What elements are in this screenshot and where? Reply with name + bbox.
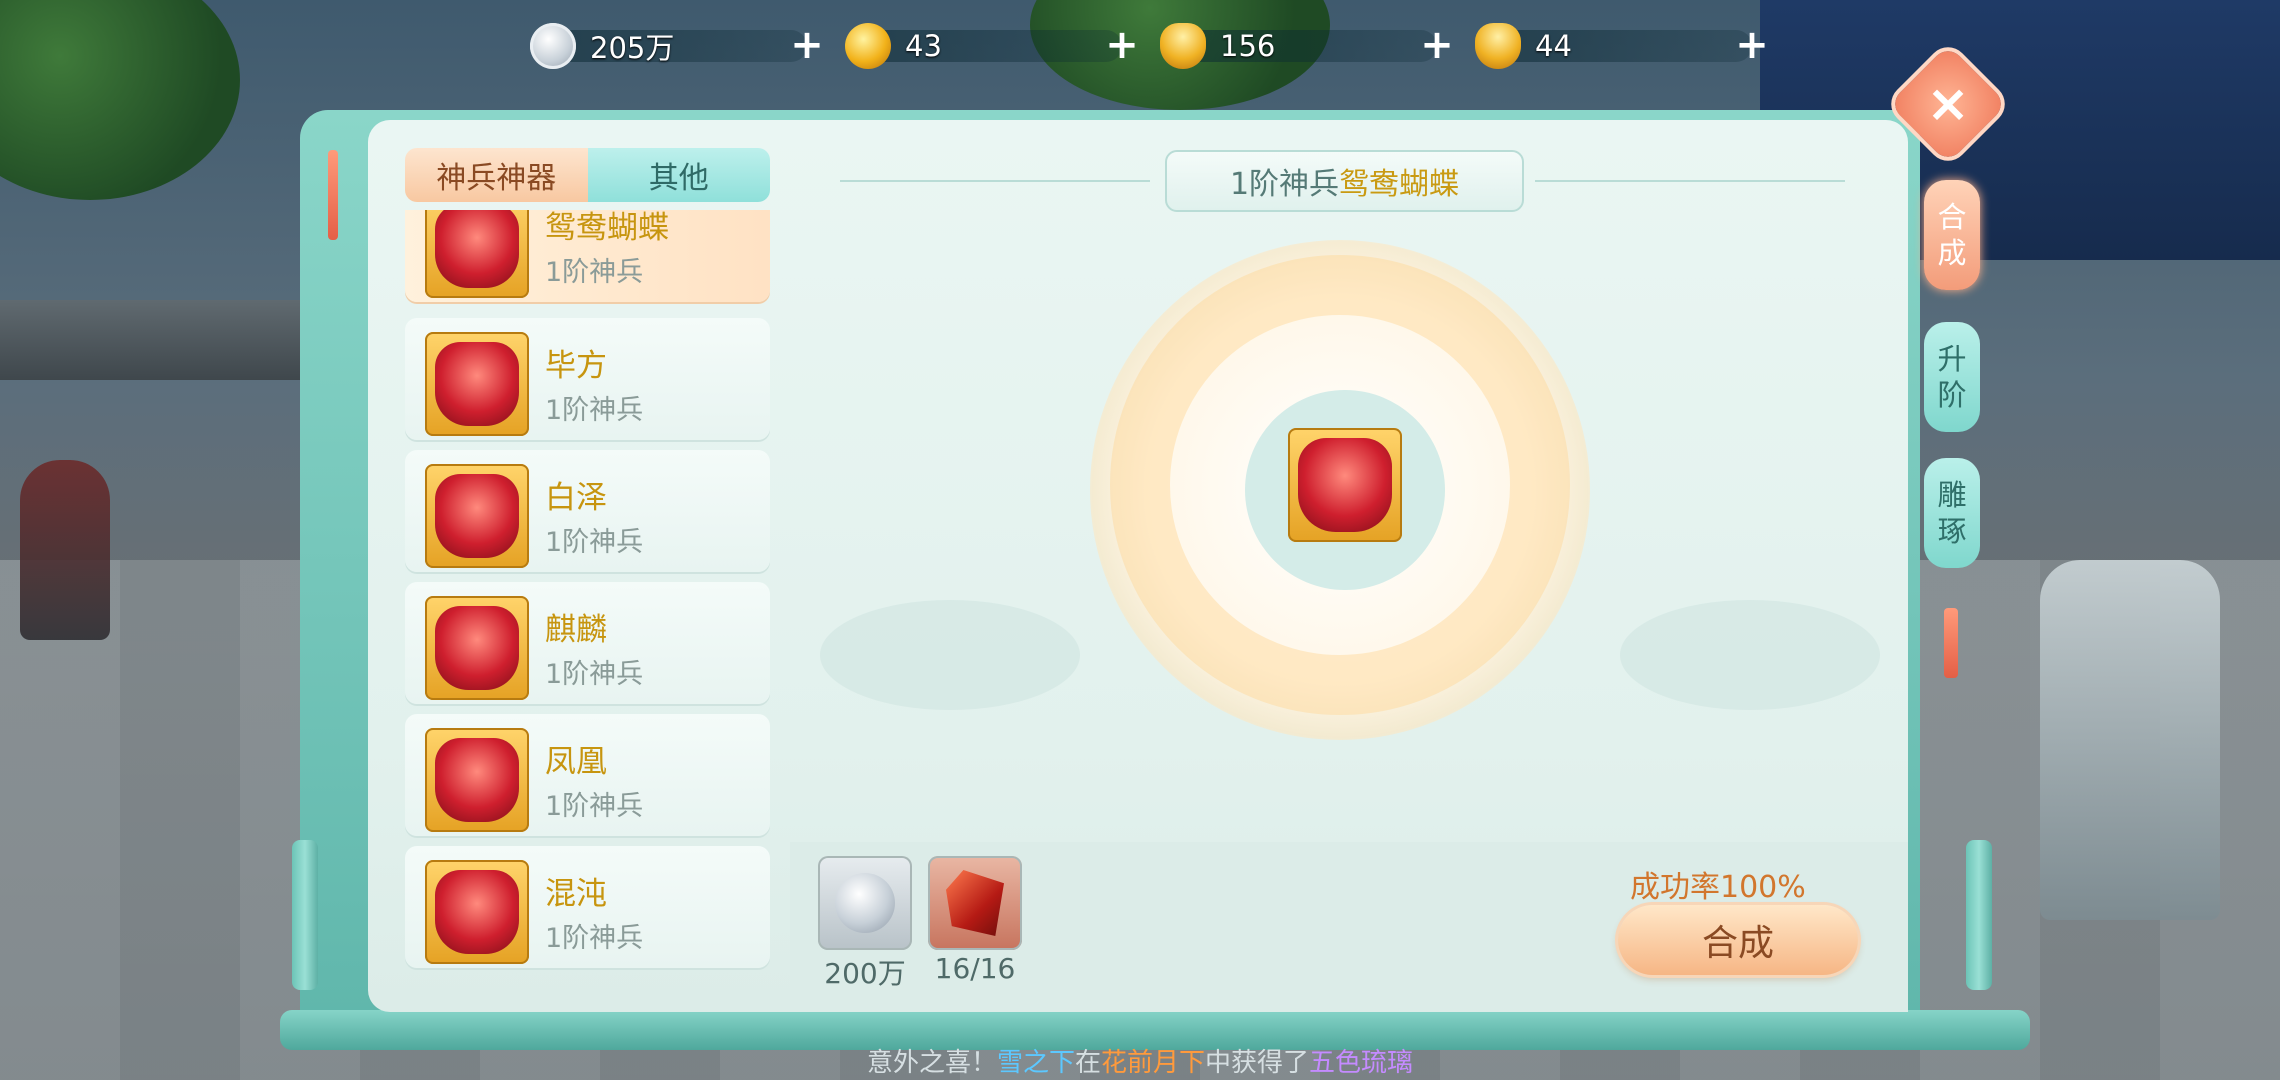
weapon-thumbnail-icon [425,210,529,298]
category-tabs: 神兵神器 其他 [405,148,770,202]
item-name: 鸳鸯蝴蝶 [545,210,669,246]
tree-left [0,0,240,200]
currency-value: 156 [1220,29,1276,63]
silver-coin-icon [835,873,895,933]
material-silver-count: 200万 [824,957,906,990]
material-crystal-count: 16/16 [934,952,1016,985]
currency-ingot: 44 + [1475,22,1770,70]
list-item[interactable]: 凤凰 1阶神兵 [405,714,770,836]
item-name: 毕方 [545,348,607,384]
compose-button[interactable]: 合成 [1618,905,1858,975]
fence-post-left [292,840,318,990]
tab-divine-weapons[interactable]: 神兵神器 [405,148,588,202]
item-name: 凤凰 [545,744,607,780]
gold-ingot-icon [1475,23,1521,69]
cloud-decoration [1620,600,1880,710]
ticker-item-name[interactable]: 五色琉璃 [1309,1042,1413,1079]
currency-bar: 205万 + 43 + 156 + 44 + [530,22,1770,70]
side-tab-upgrade[interactable]: 升阶 [1924,322,1980,432]
title-name: 鸳鸯蝴蝶 [1339,167,1460,202]
item-grade: 1阶神兵 [545,527,644,558]
npc-character-right [2040,560,2220,920]
selected-weapon-icon[interactable] [1288,428,1402,542]
building-roof-left [0,300,300,380]
silver-coin-icon [530,23,576,69]
currency-value: 44 [1535,29,1572,63]
tassel-ornament-left [328,150,338,240]
item-list[interactable]: 鸳鸯蝴蝶 1阶神兵 毕方 1阶神兵 白泽 1阶神兵 麒麟 1阶神兵 凤凰 1阶神… [405,210,770,980]
side-tab-carve[interactable]: 雕琢 [1924,458,1980,568]
item-name: 混沌 [545,876,607,912]
tassel-ornament-right [1944,608,1958,678]
leg-armor-thumbnail-icon [425,728,529,832]
red-crystal-icon [946,870,1004,936]
system-broadcast-ticker: 意外之喜！ 雪之下在花前月下 中获得了 五色琉璃 [0,1040,2280,1080]
material-crystal-slot[interactable] [928,856,1022,950]
currency-silver: 205万 + [530,22,825,70]
bracer-thumbnail-icon [425,464,529,568]
ticker-place-name: 花前月下 [1101,1047,1206,1078]
npc-character-left [20,460,110,640]
cloud-decoration [820,600,1080,710]
side-tab-compose[interactable]: 合成 [1924,180,1980,290]
currency-value: 43 [905,29,942,63]
currency-gold: 43 + [845,22,1140,70]
material-silver-slot[interactable] [818,856,912,950]
title-divider-left [840,180,1150,182]
gold-ingot-ribbon-icon [1160,23,1206,69]
currency-value: 205万 [590,31,675,65]
add-gold-button[interactable]: + [1104,25,1140,65]
close-icon[interactable]: × [1906,62,1990,146]
item-grade: 1阶神兵 [545,923,644,954]
item-grade: 1阶神兵 [545,791,644,822]
armor-thumbnail-icon [425,596,529,700]
boots-thumbnail-icon [425,860,529,964]
add-ingot-ribbon-button[interactable]: + [1419,25,1455,65]
selected-item-title: 1阶神兵 鸳鸯蝴蝶 [1165,150,1524,212]
item-grade: 1阶神兵 [545,257,644,288]
list-item[interactable]: 混沌 1阶神兵 [405,846,770,968]
gold-coin-icon [845,23,891,69]
add-ingot-button[interactable]: + [1734,25,1770,65]
helmet-thumbnail-icon [425,332,529,436]
title-divider-right [1535,180,1845,182]
item-name: 白泽 [545,480,607,516]
list-item[interactable]: 鸳鸯蝴蝶 1阶神兵 [405,210,770,302]
list-item[interactable]: 毕方 1阶神兵 [405,318,770,440]
list-item[interactable]: 白泽 1阶神兵 [405,450,770,572]
add-silver-button[interactable]: + [789,25,825,65]
currency-ingot-ribbon: 156 + [1160,22,1455,70]
fence-post-right [1966,840,1992,990]
item-name: 麒麟 [545,612,607,648]
item-grade: 1阶神兵 [545,659,644,690]
item-grade: 1阶神兵 [545,395,644,426]
tab-other[interactable]: 其他 [587,148,770,202]
success-rate: 成功率100% [1630,870,1806,905]
title-grade: 1阶神兵 [1229,167,1340,202]
list-item[interactable]: 麒麟 1阶神兵 [405,582,770,704]
ticker-player-name[interactable]: 雪之下 [997,1042,1075,1079]
